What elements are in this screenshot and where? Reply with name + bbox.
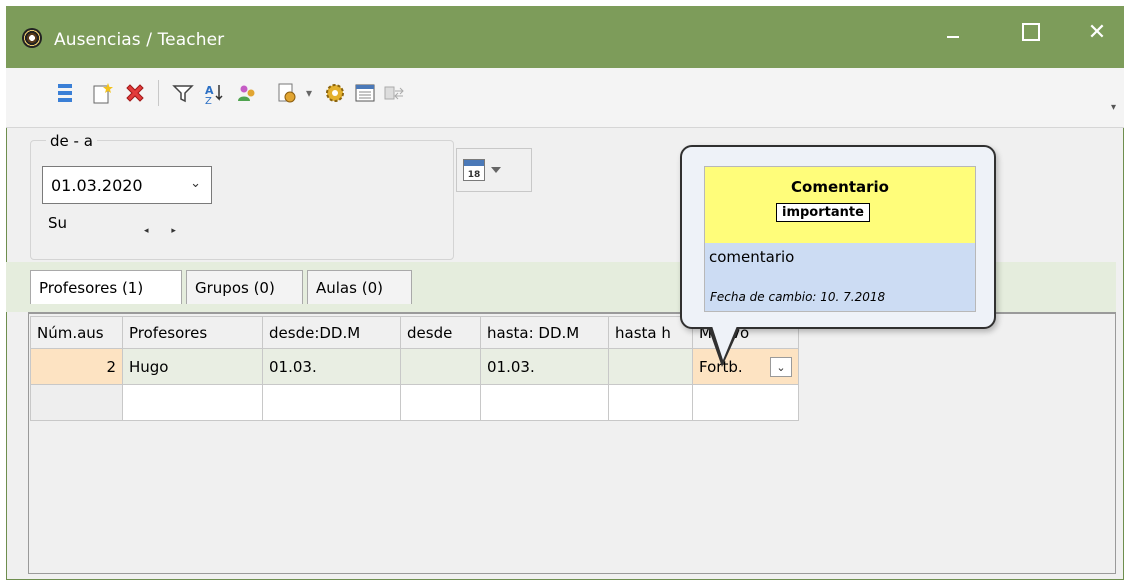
date-range-legend: de - a [46,132,97,150]
column-header[interactable]: Núm.aus [30,316,123,349]
toolbar-separator [158,80,159,106]
calendar-day: 18 [467,170,481,180]
users-icon[interactable] [234,80,260,106]
empty-cell[interactable] [480,384,609,421]
tooltip-badge: importante [776,203,870,222]
caret-down-icon [491,167,501,173]
clock-icon [22,28,42,48]
date-picker[interactable]: 01.03.2020 ⌄ [42,166,212,204]
to-hour-cell[interactable] [608,348,693,385]
filter-icon[interactable] [170,80,196,106]
settings-icon[interactable] [322,80,348,106]
tooltip-change-date: Fecha de cambio: 10. 7.2018 [710,290,886,304]
calendar-button[interactable]: 18 [456,148,532,192]
empty-cell[interactable] [122,384,263,421]
tooltip-tail-fill [712,326,737,360]
chevron-down-icon[interactable]: ⌄ [190,176,201,191]
tooltip-comment: comentario [709,248,795,266]
weekday-label: Su [48,214,68,232]
column-header[interactable]: Profesores [122,316,263,349]
absences-table: Núm.aus Profesores desde:DD.M desde hast… [30,316,799,421]
list-icon[interactable] [52,80,78,106]
from-date-cell[interactable]: 01.03. [262,348,401,385]
sort-icon[interactable]: AZ [202,80,228,106]
teacher-cell[interactable]: Hugo [122,348,263,385]
new-icon[interactable] [90,80,116,106]
toolbar: AZ ▾ ▾ [6,68,1124,128]
column-header[interactable]: desde [400,316,481,349]
calendar-icon: 18 [463,159,485,181]
absence-number[interactable]: 2 [30,348,123,385]
column-header[interactable]: hasta: DD.M [480,316,609,349]
tab-grupos[interactable]: Grupos (0) [186,270,303,304]
from-hour-cell[interactable] [400,348,481,385]
delete-icon[interactable] [122,80,148,106]
table-row[interactable]: 2 Hugo 01.03. 01.03. Fortb. ⌄ [30,348,799,385]
tab-aulas[interactable]: Aulas (0) [307,270,412,304]
title-bar[interactable]: Ausencias / Teacher ✕ [6,6,1124,68]
exchange-icon[interactable] [382,80,408,106]
to-date-cell[interactable]: 01.03. [480,348,609,385]
tab-profesores[interactable]: Profesores (1) [30,270,182,304]
chevron-down-icon[interactable]: ⌄ [770,357,792,377]
tooltip-title: Comentario [791,178,889,196]
minimize-button[interactable] [928,12,978,52]
table-row-new[interactable] [30,384,799,421]
column-header[interactable]: desde:DD.M [262,316,401,349]
toolbar-overflow-button[interactable]: ▾ [1111,102,1116,113]
date-value: 01.03.2020 [51,175,143,195]
empty-cell[interactable] [30,384,123,421]
report-dropdown-icon[interactable]: ▾ [296,80,322,106]
calendar-list-icon[interactable] [352,80,378,106]
date-nav-arrows[interactable]: ◂ ▸ [144,226,186,236]
window-title: Ausencias / Teacher [54,30,225,50]
svg-text:Z: Z [205,96,212,105]
maximize-button[interactable] [1006,12,1056,52]
close-button[interactable]: ✕ [1072,12,1122,52]
empty-cell[interactable] [262,384,401,421]
empty-cell[interactable] [400,384,481,421]
empty-cell[interactable] [692,384,799,421]
empty-cell[interactable] [608,384,693,421]
